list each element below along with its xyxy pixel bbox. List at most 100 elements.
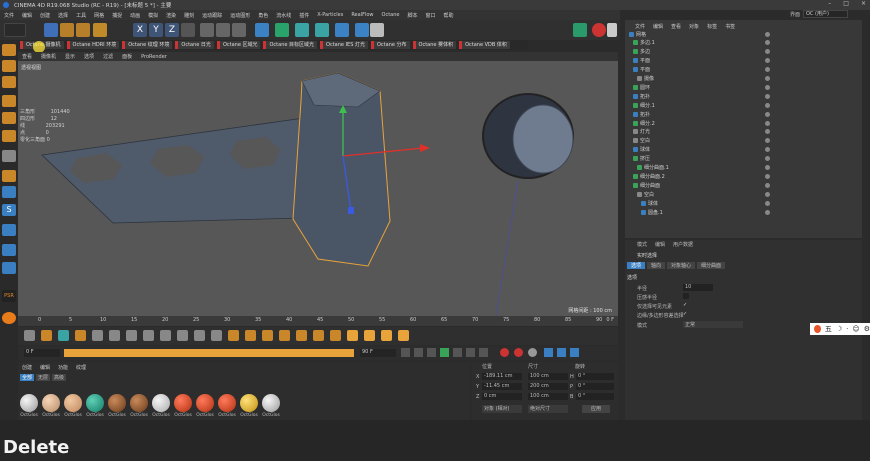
visibility-check-icon[interactable] [765,156,770,162]
pos-x-field[interactable]: -189.11 cm [482,373,522,380]
mode-select[interactable]: 正常 [683,321,743,328]
material-swatch[interactable] [130,394,148,412]
timeline[interactable]: 0 5 10 15 20 25 30 35 40 45 50 55 60 65 70 75 80 85 90 0 F [18,316,618,326]
visibility-check-icon[interactable] [765,147,770,153]
cube-primitive-icon[interactable] [255,23,269,37]
tool-icon[interactable] [177,330,188,341]
tool-icon[interactable] [109,330,120,341]
octane-item[interactable]: Octane VDB 体积 [459,41,510,49]
visibility-check-icon[interactable] [765,76,770,81]
menu-item[interactable]: 创建 [40,12,50,19]
menu-item[interactable]: 渲染 [166,12,176,19]
polygons-mode-icon[interactable] [2,76,16,88]
octane-item[interactable]: Octane IES 灯光 [320,41,368,49]
model-mode-icon[interactable] [2,95,16,107]
tab-object-axis[interactable]: 对象轴心 [667,262,696,269]
menu-item[interactable]: 插件 [299,12,309,19]
menu-item[interactable]: 模拟 [148,12,158,19]
pos-z-field[interactable]: 0 cm [482,393,522,400]
visibility-check-icon[interactable] [765,120,770,126]
visibility-check-icon[interactable] [765,129,770,135]
material-swatch[interactable] [152,394,170,412]
render-settings-icon[interactable] [232,23,246,37]
ime-moon-icon[interactable]: ☽ [836,325,842,333]
scale-key-icon[interactable] [570,348,579,357]
attr-menu-item[interactable]: 编辑 [655,241,665,248]
render-icon[interactable] [216,23,230,37]
object-row[interactable]: 细分曲面.2 [627,172,860,180]
object-row[interactable]: 多边.1 [627,39,860,47]
tab-options[interactable]: 选项 [627,262,646,269]
menu-item[interactable]: 捕捉 [112,12,122,19]
menu-item[interactable]: 网格 [94,12,104,19]
maximize-button[interactable]: □ [843,0,849,7]
visibility-check-icon[interactable] [765,40,770,46]
x-axis-icon[interactable]: X [133,23,147,37]
texture-mode-icon[interactable] [2,112,16,124]
attr-menu-item[interactable]: 模式 [637,241,647,248]
pos-y-field[interactable]: -11.45 cm [482,383,522,390]
visibility-check-icon[interactable] [765,58,770,64]
object-menu-item[interactable]: 对象 [689,23,699,30]
material-swatch[interactable] [20,394,38,412]
play-icon[interactable] [440,348,449,357]
object-row[interactable]: 球体 [627,199,860,207]
filter-advanced[interactable]: 高级 [52,374,67,381]
cube-icon[interactable] [93,23,107,37]
frame-slider[interactable] [64,349,354,357]
visibility-check-icon[interactable] [765,93,770,99]
psr-icon[interactable]: PSR [2,290,16,302]
light-icon[interactable] [370,23,384,37]
octane-item[interactable]: Octane 目标区域光 [263,41,318,49]
visibility-check-icon[interactable] [765,102,770,108]
sky-icon[interactable] [2,262,16,274]
edge-tolerance-checkbox[interactable]: ✓ [683,311,689,317]
object-row[interactable]: 圆环 [627,83,860,91]
material-swatch[interactable] [196,394,214,412]
tool-icon[interactable] [194,330,205,341]
tool-icon[interactable] [330,330,341,341]
tab-subdivision[interactable]: 细分曲面 [697,262,726,269]
close-button[interactable]: × [861,0,866,7]
floor-icon[interactable] [2,244,16,256]
subdivision-icon[interactable] [295,23,309,37]
menu-item[interactable]: 动画 [130,12,140,19]
go-start-icon[interactable] [401,348,410,357]
menu-item[interactable]: 流水线 [276,12,291,19]
size-z-field[interactable]: 100 cm [528,393,568,400]
tool-icon[interactable] [92,330,103,341]
menu-item[interactable]: 雕刻 [184,12,194,19]
object-row[interactable]: 拓扑 [627,92,860,100]
object-row[interactable]: 球体 [627,146,860,154]
material-swatch[interactable] [64,394,82,412]
object-row[interactable]: 灯光 [627,128,860,136]
material-menu-item[interactable]: 功能 [58,364,68,371]
menu-item[interactable]: 角色 [258,12,268,19]
tool-icon[interactable] [228,330,239,341]
scale-tool-icon[interactable] [60,23,74,37]
visibility-check-icon[interactable] [765,111,770,117]
viewport-menu-item[interactable]: 摄像机 [41,53,56,60]
pressure-radius-checkbox[interactable] [683,293,689,299]
tool-icon[interactable] [24,330,35,341]
layout-select[interactable]: OC (用户) [803,10,848,18]
object-row[interactable]: 摄像 [627,75,860,83]
ime-punct[interactable]: · [846,325,848,333]
object-row[interactable]: 网格 [627,30,860,38]
tool-icon[interactable] [347,330,358,341]
position-key-icon[interactable] [544,348,553,357]
object-row[interactable]: 细分.2 [627,119,860,127]
octane-item[interactable]: Octane 日光 [175,41,214,49]
viewport-menu-item[interactable]: 选项 [84,53,94,60]
menu-item[interactable]: 脚本 [407,12,417,19]
material-swatch[interactable] [86,394,104,412]
menu-item[interactable]: 工具 [76,12,86,19]
tool-icon[interactable] [126,330,137,341]
tool-icon[interactable] [279,330,290,341]
visibility-check-icon[interactable] [765,191,770,197]
move-tool-icon[interactable] [44,23,58,37]
octane-item[interactable]: Octane 纹理 环境 [122,41,173,49]
coord-mode-select[interactable]: 对象 (相对) [482,405,522,413]
tool-icon[interactable] [296,330,307,341]
points-mode-icon[interactable] [2,44,16,56]
